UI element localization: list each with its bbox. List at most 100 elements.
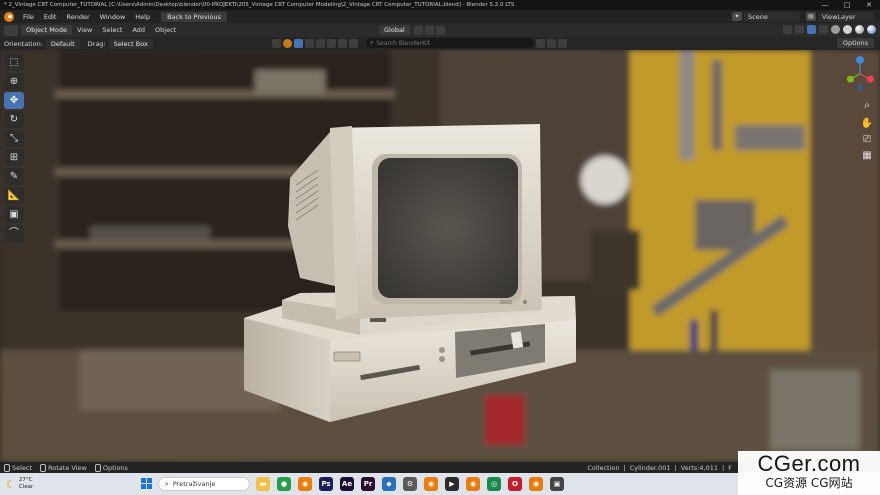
app-icon-15[interactable]: ▣: [550, 477, 564, 491]
orientation-dropdown[interactable]: Default: [45, 38, 80, 49]
add-cube-tool[interactable]: ▣: [4, 206, 24, 223]
visibility-icon[interactable]: [783, 25, 792, 34]
status-select-label: Select: [12, 463, 33, 472]
app-icon-10[interactable]: ▶: [445, 477, 459, 491]
file-explorer-icon[interactable]: ▬: [256, 477, 270, 491]
tool-shelf: ⬚ ⊕ ✥ ↻ ⤡ ⊞ ✎ 📐 ▣ ⌒: [4, 54, 24, 242]
rotate-tool[interactable]: ↻: [4, 111, 24, 128]
snap-icon[interactable]: [424, 25, 434, 35]
zoom-view-icon[interactable]: ⌕: [860, 100, 874, 113]
blender-icon-2[interactable]: ◉: [424, 477, 438, 491]
menu-edit[interactable]: Edit: [39, 13, 62, 21]
perspective-toggle-icon[interactable]: ▦: [860, 150, 874, 163]
windows-start-icon[interactable]: [141, 478, 152, 489]
transform-orientation-dropdown[interactable]: Global: [379, 25, 410, 35]
blender-logo-icon[interactable]: [4, 11, 14, 22]
maximize-button[interactable]: □: [836, 0, 858, 10]
status-options-label: Options: [102, 463, 128, 472]
gizmo-x-axis[interactable]: [867, 75, 874, 83]
premiere-icon[interactable]: Pr: [361, 477, 375, 491]
mode-dropdown[interactable]: Object Mode: [21, 25, 72, 35]
status-rotate-hint: Rotate View: [40, 463, 87, 472]
taskbar-search[interactable]: ⌕ Pretraživanje: [158, 477, 250, 491]
back-to-previous-button[interactable]: Back to Previous: [161, 11, 228, 22]
bookmark-icon[interactable]: [536, 38, 545, 48]
filter-icon[interactable]: [547, 38, 556, 48]
blender-icon-4[interactable]: ◉: [529, 477, 543, 491]
pivot-icon[interactable]: [413, 25, 423, 35]
chrome-icon[interactable]: ●: [277, 477, 291, 491]
gizmo-neg-z-axis[interactable]: [857, 85, 863, 91]
transform-controls: Global: [376, 25, 445, 35]
transform-tool[interactable]: ⊞: [4, 149, 24, 166]
blenderkit-logo-icon[interactable]: [272, 38, 281, 48]
scene-selector[interactable]: ✦ Scene: [732, 11, 800, 22]
close-button[interactable]: ✕: [858, 0, 880, 10]
menu-select[interactable]: Select: [97, 26, 127, 34]
after-effects-icon[interactable]: Ae: [340, 477, 354, 491]
taskbar-apps: ▬ ● ◉ Ps Ae Pr ◆ ⚙ ◉ ▶ ◉ ◎ O ◉ ▣: [256, 477, 564, 491]
blenderkit-search-input[interactable]: ⌕ Search BlenderKit: [366, 38, 534, 48]
menu-view[interactable]: View: [72, 26, 97, 34]
xray-toggle-icon[interactable]: [819, 25, 828, 34]
scene-name[interactable]: Scene: [744, 11, 800, 22]
menu-add[interactable]: Add: [127, 26, 150, 34]
gizmo-z-axis[interactable]: [856, 55, 864, 64]
blender-icon-3[interactable]: ◉: [466, 477, 480, 491]
drag-label: Drag:: [87, 39, 106, 48]
opera-icon[interactable]: O: [508, 477, 522, 491]
select-box-tool[interactable]: ⬚: [4, 54, 24, 71]
view-layer-icon: ▤: [806, 12, 816, 21]
menu-window[interactable]: Window: [95, 13, 131, 21]
search-icon: ⌕: [165, 479, 169, 488]
material-shading-icon[interactable]: [855, 25, 864, 34]
weather-widget[interactable]: ☾ 27°C Clear: [6, 477, 33, 491]
mouse-left-icon: [4, 463, 10, 472]
gizmo-y-axis[interactable]: [846, 75, 854, 83]
app-icon-7[interactable]: ◆: [382, 477, 396, 491]
asset-type-addon-icon[interactable]: [349, 38, 358, 48]
rendered-shading-icon[interactable]: [867, 25, 876, 34]
curve-tool[interactable]: ⌒: [4, 225, 24, 242]
proportional-edit-icon[interactable]: [435, 25, 445, 35]
menu-file[interactable]: File: [18, 13, 39, 21]
search-placeholder: Search BlenderKit: [376, 39, 431, 47]
annotate-tool[interactable]: ✎: [4, 168, 24, 185]
watermark-line-1: CGer.com: [757, 451, 861, 476]
camera-view-icon[interactable]: ⎚: [860, 134, 874, 147]
options-dropdown[interactable]: Options: [836, 38, 874, 48]
app-icon-12[interactable]: ◎: [487, 477, 501, 491]
shield-icon[interactable]: [558, 38, 567, 48]
photoshop-icon[interactable]: Ps: [319, 477, 333, 491]
view-layer-selector[interactable]: ▤ ViewLayer: [806, 11, 874, 22]
asset-type-material-icon[interactable]: [294, 38, 303, 48]
scene-icon: ✦: [732, 12, 742, 21]
view-layer-name[interactable]: ViewLayer: [818, 11, 874, 22]
asset-type-hdr-icon[interactable]: [305, 38, 314, 48]
asset-type-model-icon[interactable]: [283, 38, 292, 48]
app-icon-8[interactable]: ⚙: [403, 477, 417, 491]
asset-type-scene-icon[interactable]: [316, 38, 325, 48]
asset-type-print-icon[interactable]: [338, 38, 347, 48]
editor-type-icon[interactable]: [4, 24, 18, 36]
overlay-toggle-icon[interactable]: [807, 25, 816, 34]
gizmo-toggle-icon[interactable]: [795, 25, 804, 34]
cursor-tool[interactable]: ⊕: [4, 73, 24, 90]
blender-icon[interactable]: ◉: [298, 477, 312, 491]
asset-type-brush-icon[interactable]: [327, 38, 336, 48]
minimize-button[interactable]: —: [814, 0, 836, 10]
move-tool[interactable]: ✥: [4, 92, 24, 109]
status-rotate-label: Rotate View: [48, 463, 87, 472]
solid-shading-icon[interactable]: [843, 25, 852, 34]
scale-tool[interactable]: ⤡: [4, 130, 24, 147]
3d-viewport[interactable]: ⬚ ⊕ ✥ ↻ ⤡ ⊞ ✎ 📐 ▣ ⌒ ⌕ ✋ ⎚ ▦: [0, 50, 880, 462]
menu-object[interactable]: Object: [150, 26, 181, 34]
menu-render[interactable]: Render: [61, 13, 94, 21]
wireframe-shading-icon[interactable]: [831, 25, 840, 34]
watermark-line-2: CG资源 CG网站: [765, 476, 853, 490]
measure-tool[interactable]: 📐: [4, 187, 24, 204]
drag-dropdown[interactable]: Select Box: [108, 38, 153, 49]
menu-help[interactable]: Help: [130, 13, 155, 21]
pan-view-icon[interactable]: ✋: [860, 118, 874, 131]
navigation-gizmo[interactable]: [846, 52, 874, 94]
